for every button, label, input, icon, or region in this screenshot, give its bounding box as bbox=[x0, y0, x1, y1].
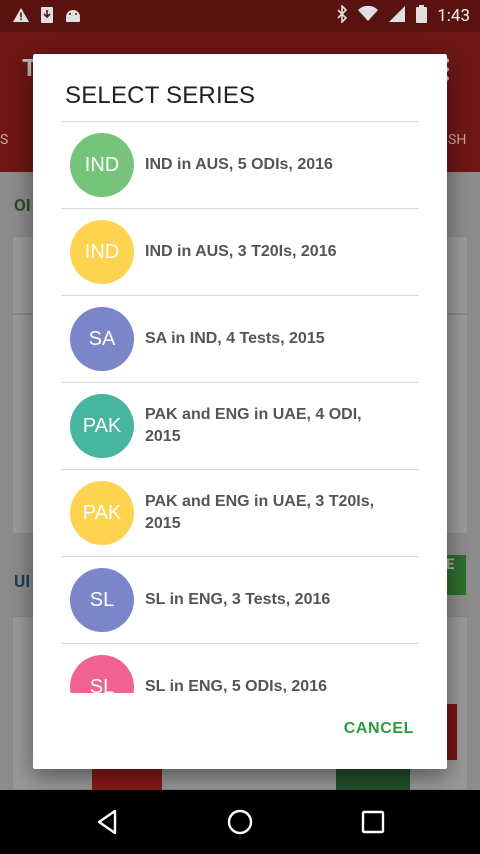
background-thumbnail bbox=[92, 768, 162, 790]
series-badge: IND bbox=[70, 220, 134, 284]
background-tab-right: SH bbox=[448, 132, 467, 148]
background-green-button-label: E bbox=[446, 555, 455, 573]
series-item[interactable]: SL SL in ENG, 3 Tests, 2016 bbox=[61, 556, 419, 643]
signal-icon bbox=[388, 5, 406, 27]
select-series-dialog: SELECT SERIES IND IND in AUS, 5 ODIs, 20… bbox=[33, 54, 447, 769]
series-badge: PAK bbox=[70, 481, 134, 545]
series-item[interactable]: IND IND in AUS, 3 T20Is, 2016 bbox=[61, 208, 419, 295]
series-item[interactable]: SA SA in IND, 4 Tests, 2015 bbox=[61, 295, 419, 382]
cancel-button[interactable]: CANCEL bbox=[344, 720, 414, 738]
status-time: 1:43 bbox=[437, 6, 470, 26]
series-badge: SA bbox=[70, 307, 134, 371]
navigation-bar bbox=[0, 790, 480, 854]
recents-icon[interactable] bbox=[357, 806, 389, 838]
series-badge: IND bbox=[70, 133, 134, 197]
series-label: SA in IND, 4 Tests, 2015 bbox=[145, 330, 325, 347]
warning-icon bbox=[12, 7, 30, 27]
series-label: IND in AUS, 5 ODIs, 2016 bbox=[145, 156, 333, 173]
download-icon bbox=[40, 6, 54, 28]
series-list[interactable]: IND IND in AUS, 5 ODIs, 2016 IND IND in … bbox=[33, 121, 447, 693]
series-badge: SL bbox=[70, 655, 134, 693]
series-item[interactable]: SL SL in ENG, 5 ODIs, 2016 bbox=[61, 643, 419, 693]
series-item[interactable]: PAK PAK and ENG in UAE, 4 ODI, 2015 bbox=[61, 382, 419, 469]
series-label: SL in ENG, 5 ODIs, 2016 bbox=[145, 678, 327, 693]
dialog-title: SELECT SERIES bbox=[65, 82, 256, 109]
background-section-2: UI bbox=[14, 572, 31, 592]
series-badge: PAK bbox=[70, 394, 134, 458]
series-badge: SL bbox=[70, 568, 134, 632]
home-icon[interactable] bbox=[224, 806, 256, 838]
series-item[interactable]: IND IND in AUS, 5 ODIs, 2016 bbox=[61, 121, 419, 208]
series-label: SL in ENG, 3 Tests, 2016 bbox=[145, 591, 331, 608]
background-thumbnail bbox=[336, 768, 410, 790]
wifi-icon bbox=[358, 5, 379, 26]
background-green-button: E bbox=[446, 555, 466, 595]
battery-icon bbox=[416, 5, 428, 27]
back-icon[interactable] bbox=[91, 806, 123, 838]
background-section-1: OI bbox=[14, 196, 31, 216]
series-item[interactable]: PAK PAK and ENG in UAE, 3 T20Is, 2015 bbox=[61, 469, 419, 556]
android-icon bbox=[64, 7, 82, 27]
series-label: PAK and ENG in UAE, 4 ODI, 2015 bbox=[145, 406, 362, 445]
background-tab-left: S bbox=[0, 132, 9, 148]
bluetooth-icon bbox=[336, 4, 348, 27]
series-label: PAK and ENG in UAE, 3 T20Is, 2015 bbox=[145, 493, 375, 532]
series-label: IND in AUS, 3 T20Is, 2016 bbox=[145, 243, 337, 260]
status-bar: 1:43 bbox=[0, 0, 480, 32]
